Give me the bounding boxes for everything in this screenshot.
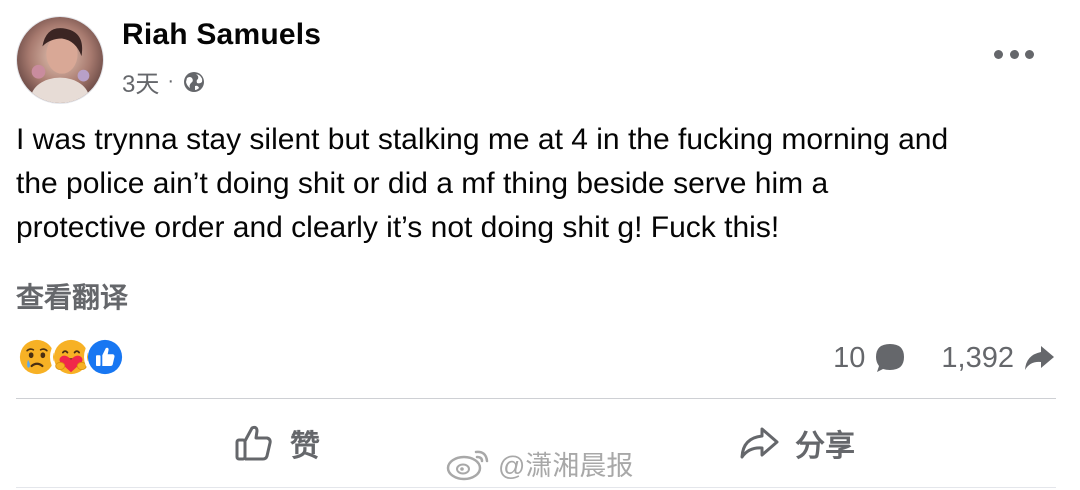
post-time[interactable]: 3天 [122, 64, 159, 99]
author-name[interactable]: Riah Samuels [122, 18, 321, 52]
meta-separator: · [167, 70, 175, 92]
comments-count[interactable]: 10 [833, 341, 907, 375]
post-text-line: the police ain’t doing shit or did a mf … [16, 167, 829, 200]
share-arrow-icon [740, 427, 779, 459]
like-reaction-icon [84, 336, 126, 378]
comments-count-value: 10 [833, 341, 866, 374]
post-text: I was trynna stay silent but stalking me… [16, 118, 1056, 250]
watermark-text: @潇湘晨报 [498, 451, 634, 481]
share-label: 分享 [795, 430, 855, 463]
like-label: 赞 [290, 430, 320, 463]
avatar[interactable] [16, 16, 104, 104]
shares-count[interactable]: 1,392 [941, 341, 1056, 375]
post-meta: 3天 · [122, 64, 206, 99]
post-text-line: protective order and clearly it’s not do… [16, 211, 780, 244]
comment-icon [876, 344, 905, 372]
engagement-counts: 10 1,392 [833, 338, 1056, 378]
shares-count-value: 1,392 [941, 341, 1014, 374]
watermark: @潇湘晨报 [446, 444, 633, 483]
share-icon [1025, 346, 1054, 370]
see-translation-link[interactable]: 查看翻译 [16, 276, 128, 316]
thumbs-up-icon [235, 425, 272, 461]
bottom-divider [16, 487, 1056, 488]
globe-icon [182, 70, 206, 94]
facebook-post: Riah Samuels 3天 · I was trynna stay sile… [0, 0, 1080, 490]
weibo-logo-icon [446, 450, 489, 480]
post-text-line: I was trynna stay silent but stalking me… [16, 123, 949, 156]
reactions-summary[interactable] [16, 336, 126, 378]
divider [16, 398, 1056, 399]
more-options-icon[interactable] [994, 42, 1034, 66]
